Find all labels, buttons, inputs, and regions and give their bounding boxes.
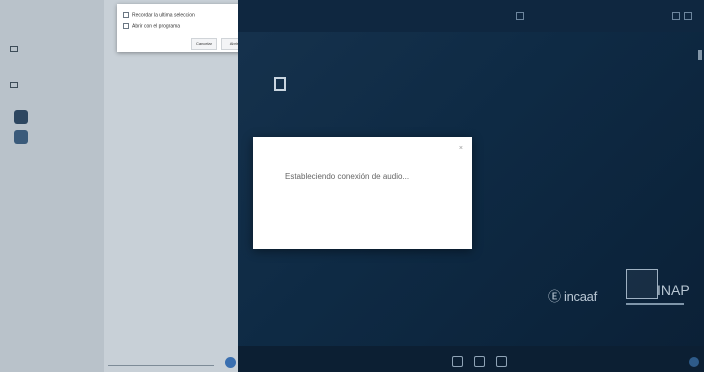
- checkbox[interactable]: [123, 12, 129, 18]
- left-content: [104, 0, 238, 372]
- option-row[interactable]: Abrir con el programa: [123, 23, 180, 29]
- close-icon[interactable]: ×: [459, 145, 463, 152]
- share-icon[interactable]: [496, 356, 507, 367]
- nav-icon: [10, 46, 18, 52]
- top-bar: [238, 0, 704, 32]
- open-file-dialog: Recordar la ultima seleccion Abrir con e…: [117, 4, 253, 52]
- app-window: Recordar la ultima seleccion Abrir con e…: [0, 0, 704, 372]
- close-icon[interactable]: [684, 12, 692, 20]
- camera-icon[interactable]: [474, 356, 485, 367]
- app-icon[interactable]: [14, 130, 28, 144]
- logo-inap: INAP: [657, 282, 690, 298]
- logo-box: [626, 269, 658, 299]
- option-label: Recordar la ultima seleccion: [132, 12, 195, 19]
- help-icon[interactable]: [689, 357, 699, 367]
- bottom-bar: [238, 346, 704, 372]
- nav-item[interactable]: [10, 46, 21, 52]
- self-view-icon[interactable]: [274, 77, 286, 91]
- side-panel-icon[interactable]: [698, 50, 702, 60]
- microphone-icon[interactable]: [452, 356, 463, 367]
- nav-item[interactable]: [10, 82, 21, 88]
- app-icon[interactable]: [14, 110, 28, 124]
- dialog-message: Estableciendo conexión de audio...: [285, 172, 410, 181]
- connecting-dialog: × Estableciendo conexión de audio...: [253, 137, 472, 249]
- settings-icon[interactable]: [672, 12, 680, 20]
- checkbox[interactable]: [123, 23, 129, 29]
- logo-incaaf: Ⓔ incaaf: [548, 289, 597, 304]
- dropdown-icon[interactable]: [516, 12, 524, 20]
- cancel-button[interactable]: Cancelar: [191, 38, 217, 50]
- left-nav: [0, 0, 104, 372]
- option-row[interactable]: Recordar la ultima seleccion: [123, 12, 195, 18]
- send-button[interactable]: [225, 357, 236, 368]
- logo-underline: [626, 303, 684, 305]
- nav-icon: [10, 82, 18, 88]
- message-input[interactable]: [108, 358, 214, 366]
- option-label: Abrir con el programa: [132, 23, 181, 30]
